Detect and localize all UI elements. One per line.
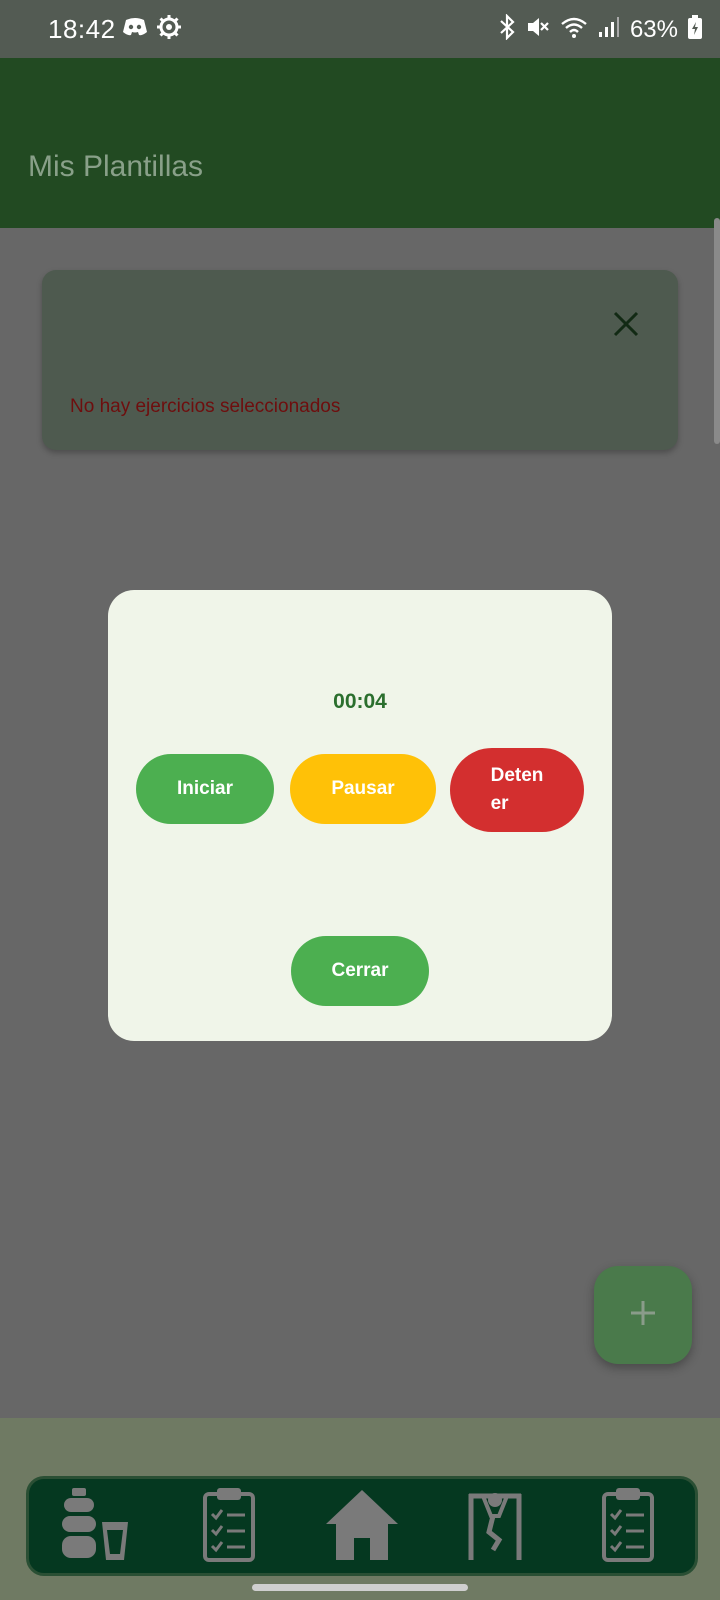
battery-level: 63% [629, 15, 678, 43]
home-indicator[interactable] [252, 1584, 468, 1591]
status-time: 18:42 [48, 14, 116, 44]
nav-hydration[interactable] [51, 1481, 141, 1571]
bluetooth-icon [498, 13, 516, 45]
scrollbar[interactable] [714, 218, 720, 444]
hydration-icon [60, 1486, 132, 1567]
timer-display: 00:04 [333, 690, 387, 713]
battery-icon [688, 15, 702, 44]
status-right-icons: 63% [498, 13, 702, 45]
stop-button-label: Deten er [490, 765, 544, 814]
plus-icon [628, 1298, 658, 1333]
checklist-icon [201, 1486, 257, 1567]
add-button[interactable] [594, 1266, 692, 1364]
nav-home[interactable] [317, 1481, 407, 1571]
exercise-icon [467, 1486, 523, 1567]
nav-plans[interactable] [583, 1481, 673, 1571]
status-bar: 18:42 63% [0, 0, 720, 58]
nav-checklist[interactable] [184, 1481, 274, 1571]
signal-icon [598, 16, 620, 43]
close-icon[interactable] [610, 308, 642, 340]
settings-gear-icon [156, 14, 182, 45]
home-icon [324, 1486, 400, 1567]
pause-button[interactable]: Pausar [290, 754, 436, 824]
template-card[interactable]: No hay ejercicios seleccionados [42, 270, 678, 450]
stop-button[interactable]: Deten er [450, 748, 584, 832]
wifi-icon [560, 15, 588, 44]
start-button[interactable]: Iniciar [136, 754, 274, 824]
clipboard-checklist-icon [600, 1486, 656, 1567]
discord-icon [122, 16, 148, 43]
status-left-icons [122, 14, 182, 45]
bottom-nav [26, 1476, 698, 1576]
close-dialog-button[interactable]: Cerrar [291, 936, 429, 1006]
page-title: Mis Plantillas [28, 150, 204, 183]
app-bar: Mis Plantillas [0, 58, 720, 228]
mute-icon [526, 15, 550, 44]
empty-exercises-message: No hay ejercicios seleccionados [70, 396, 341, 417]
timer-dialog: 00:04 Iniciar Pausar Deten er Cerrar [108, 590, 612, 1041]
nav-exercise[interactable] [450, 1481, 540, 1571]
